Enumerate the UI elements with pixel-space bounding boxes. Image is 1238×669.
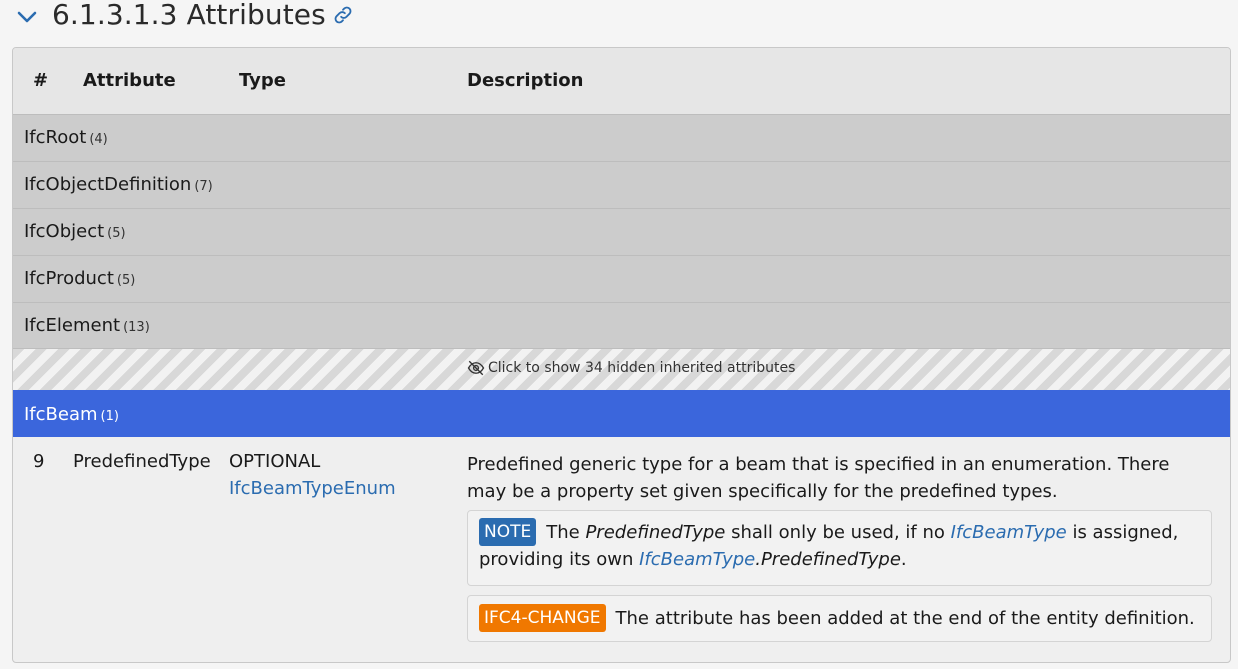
group-name: IfcObject — [24, 221, 105, 242]
group-row-ifcbeam[interactable]: IfcBeam (1) — [13, 390, 1230, 437]
change-text: The attribute has been added at the end … — [615, 608, 1195, 629]
change-badge: IFC4-CHANGE — [479, 604, 606, 632]
link-icon[interactable] — [332, 0, 354, 24]
note-text-1: The — [546, 522, 586, 543]
note-box: NOTE The PredefinedType shall only be use… — [467, 510, 1212, 586]
column-header-description: Description — [467, 70, 584, 91]
group-name: IfcObjectDefinition — [24, 174, 192, 195]
group-count: (5) — [107, 226, 126, 241]
note-text-4: . — [900, 549, 907, 570]
column-header-attribute: Attribute — [83, 70, 176, 91]
group-label: IfcProduct (5) — [24, 268, 135, 289]
group-label: IfcRoot (4) — [24, 127, 108, 148]
group-count: (5) — [116, 273, 136, 288]
group-count: (13) — [123, 320, 150, 335]
attribute-index: 9 — [33, 451, 45, 472]
change-box: IFC4-CHANGE The attribute has been added … — [467, 595, 1212, 642]
group-count: (4) — [89, 132, 108, 147]
table-row: 9 PredefinedType OPTIONAL IfcBeamTypeEnu… — [13, 437, 1230, 662]
attribute-type-qualifier: OPTIONAL — [229, 451, 321, 472]
hidden-attributes-text: Click to show 34 hidden inherited attrib… — [488, 360, 796, 376]
eye-slash-icon — [467, 360, 485, 376]
group-row-ifcproduct[interactable]: IfcProduct (5) — [13, 255, 1230, 302]
attribute-type-link[interactable]: IfcBeamTypeEnum — [229, 478, 396, 499]
column-header-type: Type — [239, 70, 286, 91]
group-name: IfcRoot — [24, 127, 87, 148]
group-name: IfcElement — [24, 315, 121, 336]
show-hidden-attributes-button[interactable]: Click to show 34 hidden inherited attrib… — [13, 348, 1230, 390]
note-link-ifcbeamtype-2[interactable]: IfcBeamType — [639, 549, 755, 570]
attribute-name: PredefinedType — [73, 451, 211, 472]
group-row-ifcelement[interactable]: IfcElement (13) — [13, 302, 1230, 349]
note-badge: NOTE — [479, 518, 537, 546]
table-header: # Attribute Type Description — [13, 48, 1230, 114]
note-italic-1: PredefinedType — [585, 522, 726, 543]
note-text-2: shall only be used, if no — [725, 522, 951, 543]
group-row-ifcobjectdefinition[interactable]: IfcObjectDefinition (7) — [13, 161, 1230, 208]
group-label: IfcObject (5) — [24, 221, 126, 242]
column-header-index: # — [33, 70, 49, 91]
group-label: IfcBeam (1) — [24, 404, 119, 425]
note-italic-2: .PredefinedType — [755, 549, 901, 570]
group-name: IfcBeam — [24, 404, 98, 425]
group-label: IfcElement (13) — [24, 315, 150, 336]
group-label: IfcObjectDefinition (7) — [24, 174, 213, 195]
group-row-ifcroot[interactable]: IfcRoot (4) — [13, 114, 1230, 161]
attribute-description: Predefined generic type for a beam that … — [467, 454, 1170, 502]
section-title-text: 6.1.3.1.3 Attributes — [52, 0, 326, 31]
group-count: (1) — [100, 409, 119, 424]
group-count: (7) — [194, 179, 213, 194]
hidden-attributes-message: Click to show 34 hidden inherited attrib… — [467, 360, 795, 376]
attributes-table: # Attribute Type Description IfcRoot (4) … — [12, 47, 1231, 663]
chevron-down-icon[interactable] — [16, 8, 38, 26]
note-link-ifcbeamtype[interactable]: IfcBeamType — [951, 522, 1067, 543]
section-title: 6.1.3.1.3 Attributes — [52, 0, 354, 31]
section-header: 6.1.3.1.3 Attributes — [0, 0, 1238, 34]
group-name: IfcProduct — [24, 268, 114, 289]
group-row-ifcobject[interactable]: IfcObject (5) — [13, 208, 1230, 255]
